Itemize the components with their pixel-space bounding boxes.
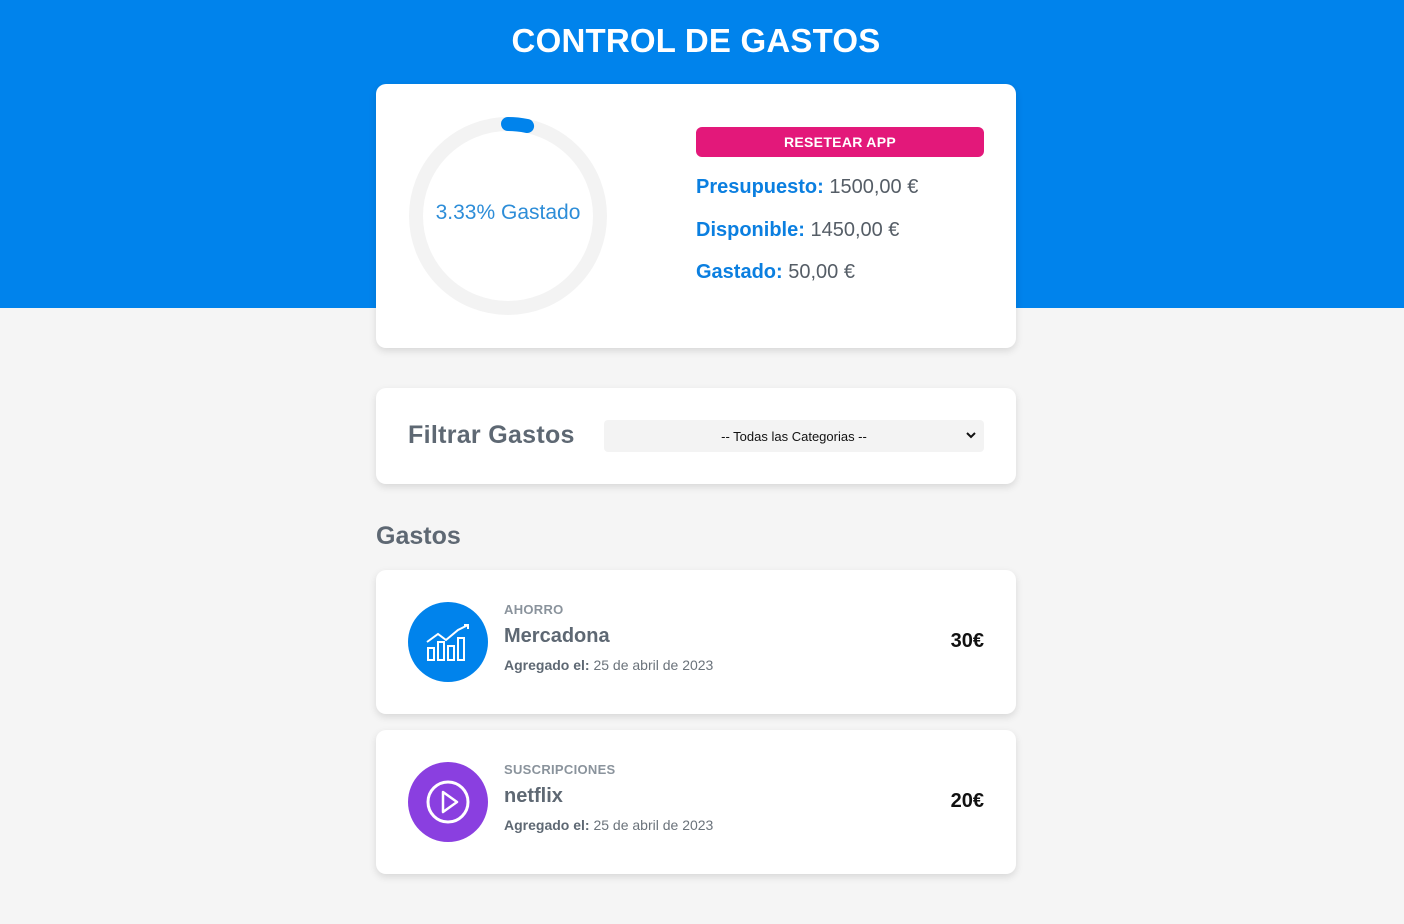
expense-date-value: 25 de abril de 2023 bbox=[593, 657, 714, 673]
expenses-heading: Gastos bbox=[376, 522, 461, 550]
expense-name: Mercadona bbox=[504, 625, 610, 647]
expense-name: netflix bbox=[504, 785, 563, 807]
savings-chart-icon bbox=[408, 602, 488, 682]
available-value: 1450,00 € bbox=[810, 219, 900, 241]
spent-value: 50,00 € bbox=[788, 261, 855, 283]
expense-date-value: 25 de abril de 2023 bbox=[593, 817, 714, 833]
expense-item[interactable]: AHORRO Mercadona Agregado el: 25 de abri… bbox=[376, 570, 1016, 714]
progress-text: 3.33% Gastado bbox=[435, 201, 581, 224]
reset-app-button[interactable]: RESETEAR APP bbox=[696, 127, 984, 157]
play-icon bbox=[408, 762, 488, 842]
budget-value: 1500,00 € bbox=[829, 176, 919, 198]
spent-label: Gastado: bbox=[696, 261, 783, 283]
filter-label: Filtrar Gastos bbox=[408, 421, 575, 449]
available-stat: Disponible: 1450,00 € bbox=[696, 219, 899, 242]
budget-stat: Presupuesto: 1500,00 € bbox=[696, 176, 918, 199]
available-label: Disponible: bbox=[696, 219, 805, 241]
expense-category: SUSCRIPCIONES bbox=[504, 762, 616, 777]
chevron-down-icon bbox=[966, 432, 976, 439]
expense-date-label: Agregado el: bbox=[504, 817, 590, 833]
app-title: CONTROL DE GASTOS bbox=[511, 22, 881, 59]
budget-label: Presupuesto: bbox=[696, 176, 824, 198]
progress-ring: 3.33% Gastado bbox=[407, 115, 609, 317]
expense-amount: 20€ bbox=[950, 790, 984, 812]
expense-category: AHORRO bbox=[504, 602, 564, 617]
spent-stat: Gastado: 50,00 € bbox=[696, 261, 855, 284]
category-filter-select[interactable]: -- Todas las Categorias -- bbox=[604, 420, 984, 452]
expense-amount: 30€ bbox=[950, 630, 984, 652]
expense-item[interactable]: SUSCRIPCIONES netflix Agregado el: 25 de… bbox=[376, 730, 1016, 874]
filter-selected-option: -- Todas las Categorias -- bbox=[721, 428, 867, 444]
expense-date: Agregado el: 25 de abril de 2023 bbox=[504, 657, 713, 673]
expense-date-label: Agregado el: bbox=[504, 657, 590, 673]
expense-date: Agregado el: 25 de abril de 2023 bbox=[504, 817, 713, 833]
